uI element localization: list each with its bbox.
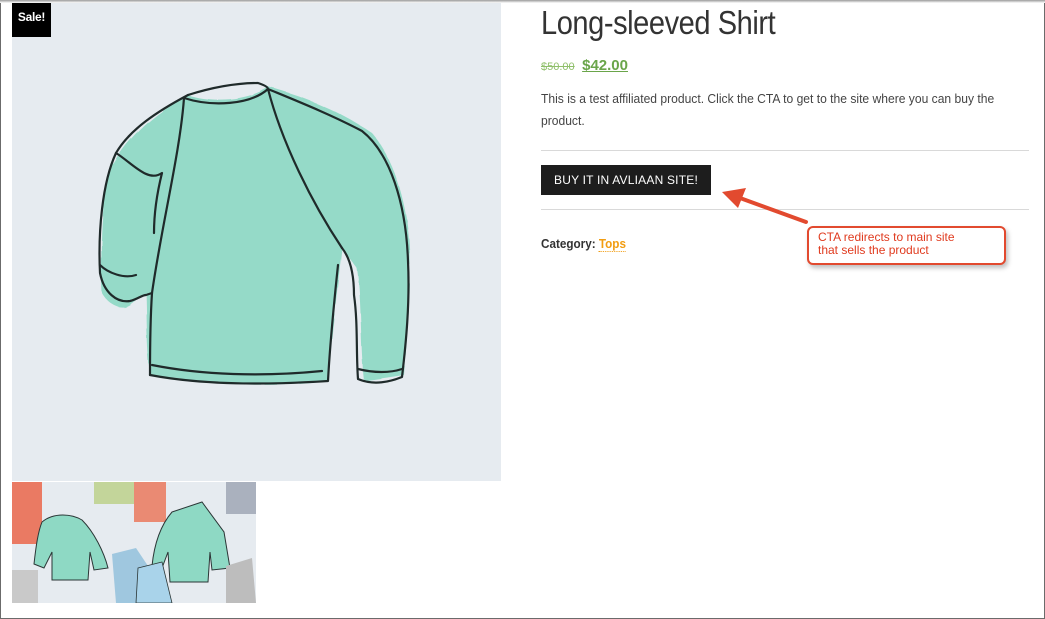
callout-line-2: that sells the product — [818, 243, 929, 257]
annotation-arrow — [722, 188, 808, 224]
annotation-callout: CTA redirects to main site that sells th… — [807, 226, 1006, 265]
